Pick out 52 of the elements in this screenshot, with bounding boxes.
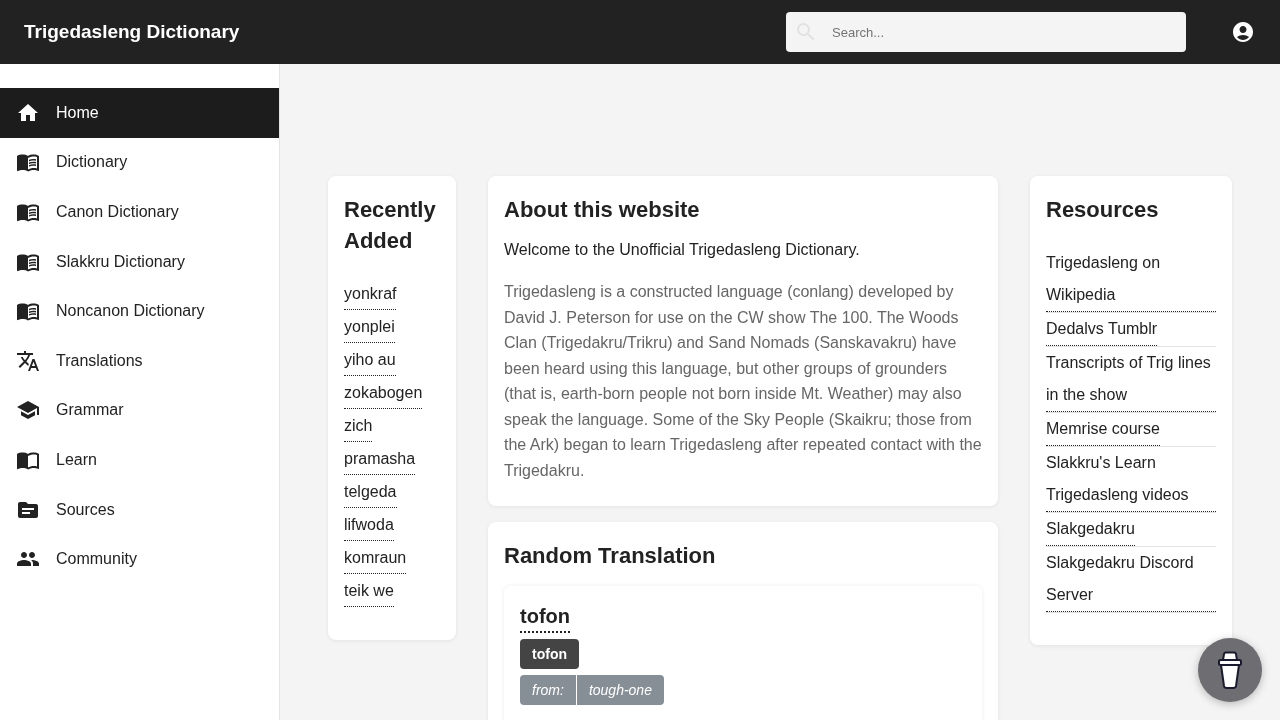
resource-link[interactable]: Slakkru's Learn Trigedasleng videos xyxy=(1046,447,1216,512)
sidebar-item-label: Slakkru Dictionary xyxy=(56,252,185,271)
sidebar-item[interactable]: Home xyxy=(0,88,279,138)
resource-link[interactable]: Trigedasleng on Wikipedia xyxy=(1046,247,1216,312)
resource-link[interactable]: Dedalvs Tumblr xyxy=(1046,313,1158,346)
word-link[interactable]: teik we xyxy=(344,575,394,607)
cup-icon xyxy=(1217,651,1243,689)
resource-link[interactable]: Transcripts of Trig lines in the show xyxy=(1046,347,1216,412)
sidebar-item-label: Community xyxy=(56,550,137,569)
sidebar-item-label: Dictionary xyxy=(56,153,128,172)
card-title: Recently Added xyxy=(344,196,437,255)
sidebar-item-label: Sources xyxy=(56,500,115,519)
sidebar-item-label: Canon Dictionary xyxy=(56,203,179,221)
word-link[interactable]: yonkraf xyxy=(344,278,397,310)
site-title[interactable]: Trigedasleng Dictionary xyxy=(24,21,240,43)
card-title: About this website xyxy=(504,196,701,224)
word-link[interactable]: telgeda xyxy=(344,476,397,508)
origin-label: from: xyxy=(520,675,576,705)
account-icon[interactable] xyxy=(1231,20,1255,44)
sidebar-item[interactable]: Canon Dictionary xyxy=(0,187,279,237)
search-field[interactable]: Search... xyxy=(786,12,1186,52)
sidebar-item-label: Noncanon Dictionary xyxy=(56,302,205,321)
resource-link[interactable]: Slakgedakru Discord Server xyxy=(1046,547,1216,612)
word-link[interactable]: zich xyxy=(344,410,373,442)
word-link[interactable]: lifwoda xyxy=(344,509,394,541)
word-link[interactable]: komraun xyxy=(344,542,407,574)
word-link[interactable]: yiho au xyxy=(344,344,396,376)
description-text: Trigedasleng is a constructed language (conlang) developed by David J. Peterson for use on the CW show The 100. The Woods Clan (Trigedakru/Trikru) and Sand Nomads (Sanskavakru) have been heard using this language, but other groups of grounders (that is, earth-born people not born inside Mt. Weather) may also speak the language. Some of the Sky People (Skaikru; those from the Ark) began to learn Trigedasleng after repeated contact with the Trigedakru. xyxy=(504,282,982,481)
resource-link[interactable]: Memrise course xyxy=(1046,413,1160,446)
sidebar-item[interactable]: Learn xyxy=(0,435,279,485)
sidebar-item[interactable]: Slakkru Dictionary xyxy=(0,236,279,287)
sidebar-item[interactable]: Sources xyxy=(0,484,279,535)
sidebar-item[interactable]: Dictionary xyxy=(0,137,279,188)
intro-text: Welcome to the Unofficial Trigedasleng Dictionary. xyxy=(504,240,861,260)
word-link[interactable]: pramasha xyxy=(344,443,416,475)
word-link[interactable]: yonplei xyxy=(344,311,395,343)
sidebar-item-label: Translations xyxy=(56,351,143,370)
word-link[interactable]: zokabogen xyxy=(344,377,423,409)
sidebar-item[interactable]: Grammar xyxy=(0,385,279,436)
sidebar-item[interactable]: Noncanon Dictionary xyxy=(0,286,279,336)
sidebar-item-label: Home xyxy=(56,103,99,122)
translate-icon xyxy=(16,348,40,373)
origin-tag: tough-one xyxy=(576,675,664,705)
word-tag: tofon xyxy=(520,639,579,669)
sidebar-item-label: Learn xyxy=(56,450,97,469)
headword-link[interactable]: tofon xyxy=(520,602,570,633)
card-title: Resources xyxy=(1046,196,1160,224)
sidebar-item[interactable]: Translations xyxy=(0,335,279,386)
resource-link[interactable]: Slakgedakru xyxy=(1046,513,1135,546)
card-title: Random Translation xyxy=(504,542,717,570)
sidebar-item[interactable]: Community xyxy=(0,534,279,584)
sidebar-item-label: Grammar xyxy=(56,401,124,420)
